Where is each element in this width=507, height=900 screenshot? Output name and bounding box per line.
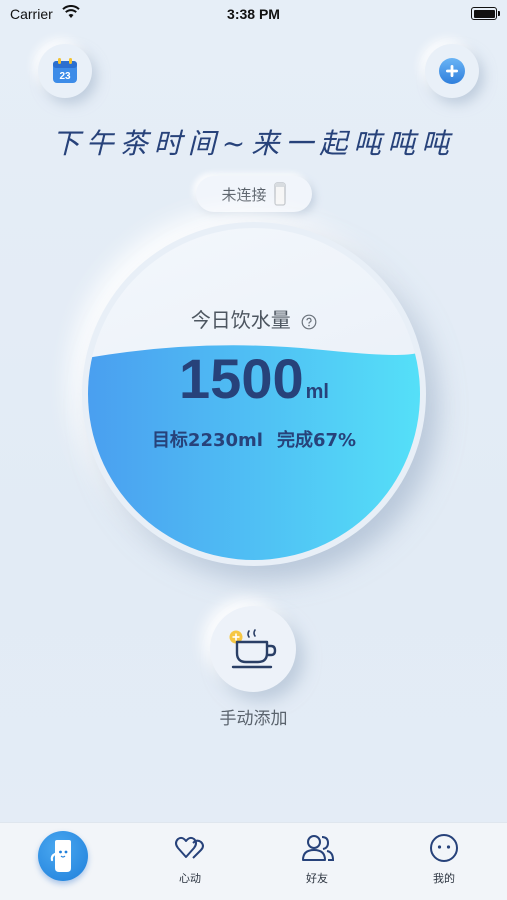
tab-label-heartbeat: 心动: [179, 872, 201, 885]
manual-add-label: 手动添加: [219, 709, 288, 729]
cup-device-icon: [273, 182, 286, 206]
intake-amount-unit: ml: [305, 381, 329, 403]
connection-status: 未连接: [221, 185, 267, 204]
goal-summary: 目标2230ml 完成67%: [88, 426, 420, 452]
smiley-icon: [430, 834, 458, 862]
tab-me[interactable]: 我的: [381, 823, 507, 900]
calendar-day: 23: [59, 71, 71, 82]
calendar-icon: 23: [53, 58, 77, 83]
calendar-button[interactable]: 23: [38, 44, 92, 98]
headline: 下午茶时间~来一起吨吨吨: [51, 127, 456, 160]
help-icon[interactable]: [301, 314, 317, 330]
water-gauge-text: 今日饮水量 1500 ml 目标2230ml 完成67%: [88, 228, 420, 560]
bottle-mascot-icon: [50, 840, 71, 872]
today-intake-title: 今日饮水量: [88, 304, 420, 333]
tab-heartbeat[interactable]: 心动: [127, 823, 253, 900]
manual-add-button[interactable]: [210, 606, 296, 692]
status-bar: Carrier 3:38 PM: [0, 0, 507, 28]
goal-text: 目标2230ml: [151, 430, 263, 451]
battery-icon: [471, 7, 500, 20]
clock: 3:38 PM: [227, 6, 280, 22]
teacup-icon: [229, 629, 277, 669]
device-connection-button[interactable]: 未连接: [196, 176, 312, 212]
add-button[interactable]: [425, 44, 479, 98]
tab-friends[interactable]: 好友: [254, 823, 380, 900]
tab-label-me: 我的: [433, 872, 455, 885]
tab-bar: 心动 好友 我的: [0, 822, 507, 900]
friends-icon: [302, 835, 335, 861]
progress-text: 完成67%: [276, 430, 357, 451]
plus-icon: [439, 58, 465, 84]
home-tab-button[interactable]: [38, 831, 88, 881]
tab-home[interactable]: [0, 823, 126, 900]
intake-amount-value: 1500: [179, 347, 304, 410]
hearts-icon: [175, 836, 204, 859]
tab-label-friends: 好友: [306, 872, 328, 885]
today-intake-label: 今日饮水量: [190, 308, 291, 332]
intake-amount: 1500 ml: [88, 346, 420, 411]
